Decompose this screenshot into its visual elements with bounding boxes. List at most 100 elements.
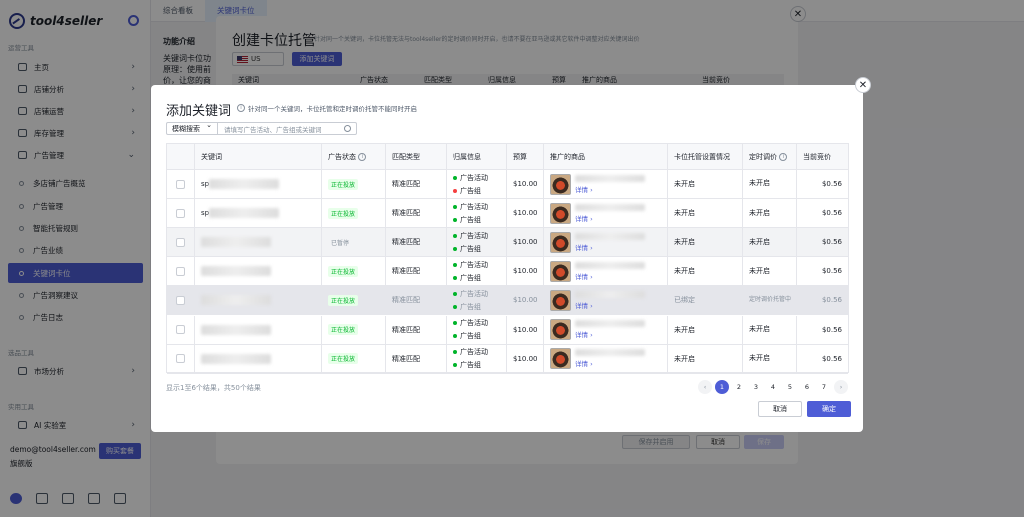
- header-checkbox-cell: [167, 144, 195, 169]
- attribution-cell: 广告活动 广告组: [447, 199, 507, 228]
- page-7[interactable]: 7: [817, 380, 831, 394]
- table-row[interactable]: 已暂停 精准匹配 广告活动 广告组 $10.00 详情 › 未开启 未开启 $0.56: [167, 228, 848, 258]
- prev-page-icon[interactable]: ‹: [698, 380, 712, 394]
- timed-bid-cell: 未开启: [743, 228, 797, 257]
- ad-group-label: 广告组: [453, 302, 488, 312]
- campaign-label: 广告活动: [453, 173, 488, 183]
- product-detail-link[interactable]: 详情 ›: [575, 242, 645, 252]
- page-1[interactable]: 1: [715, 380, 729, 394]
- redacted-product-name: [575, 320, 645, 327]
- rank-setting-cell: 未开启: [668, 170, 743, 198]
- status-badge: 正在投放: [328, 207, 359, 219]
- redacted-keyword: [201, 295, 271, 306]
- row-checkbox[interactable]: [176, 295, 185, 305]
- timed-bid-cell: 未开启: [743, 257, 797, 286]
- product-detail-link[interactable]: 详情 ›: [575, 300, 645, 310]
- table-row[interactable]: 正在投放 精准匹配 广告活动 广告组 $10.00 详情 › 未开启 未开启 $0.56: [167, 257, 848, 287]
- attribution-cell: 广告活动 广告组: [447, 344, 507, 373]
- product-cell: 详情 ›: [544, 170, 668, 198]
- product-detail-link[interactable]: 详情 ›: [575, 271, 645, 281]
- info-icon: i: [358, 152, 367, 161]
- row-checkbox[interactable]: [176, 237, 185, 247]
- product-detail-link[interactable]: 详情 ›: [575, 329, 645, 339]
- page-3[interactable]: 3: [749, 380, 763, 394]
- row-checkbox[interactable]: [176, 266, 185, 276]
- ad-group-label: 广告组: [453, 331, 488, 341]
- product-detail-link[interactable]: 详情 ›: [575, 184, 645, 194]
- budget-cell: $10.00: [507, 286, 544, 315]
- redacted-keyword: [201, 266, 271, 277]
- table-header: 关键词 广告状态 i 匹配类型 归属信息 预算 推广的商品 卡位托管设置情况 定…: [167, 144, 848, 170]
- column-header: 卡位托管设置情况: [668, 144, 743, 169]
- table-row[interactable]: 正在投放 精准匹配 广告活动 广告组 $10.00 详情 › 未开启 未开启 $0.56: [167, 315, 848, 345]
- confirm-button[interactable]: 确定: [807, 401, 851, 417]
- table-row[interactable]: sp 正在投放 精准匹配 广告活动 广告组 $10.00 详情 › 未开启 未开启 $0.56: [167, 170, 848, 199]
- column-header: 归属信息: [447, 144, 507, 169]
- attribution-list: 广告活动 广告组: [453, 289, 488, 312]
- product: 详情 ›: [550, 260, 645, 282]
- redacted-product-name: [575, 261, 645, 269]
- current-bid-cell: $0.56: [821, 238, 842, 247]
- row-checkbox-cell: [167, 257, 195, 286]
- add-keyword-modal: 添加关键词 i针对同一个关键词，卡位托管和定时调价托管不能同时开启 模糊搜索 请…: [151, 85, 863, 432]
- rank-setting-cell: 未开启: [668, 257, 743, 286]
- add-keyword-hint: i 针对同一个关键词，卡位托管和定时调价托管不能同时开启: [237, 103, 417, 113]
- row-checkbox-cell: [167, 228, 195, 257]
- status-badge: 正在投放: [328, 294, 359, 306]
- redacted-product-name: [575, 290, 645, 298]
- table-row[interactable]: 正在投放 精准匹配 广告活动 广告组 $10.00 详情 › 未开启 未开启 $0.56: [167, 344, 848, 374]
- page-4[interactable]: 4: [766, 380, 780, 394]
- current-bid-cell: $0.56: [821, 296, 842, 305]
- product-detail-link[interactable]: 详情 ›: [575, 358, 645, 368]
- product: 详情 ›: [550, 231, 645, 253]
- timed-bid-cell: 未开启: [743, 315, 797, 344]
- attribution-list: 广告活动 广告组: [453, 318, 488, 341]
- row-checkbox[interactable]: [176, 179, 185, 189]
- keyword-cell: [195, 257, 322, 286]
- ad-status-cell: 正在投放: [322, 286, 386, 315]
- product-info: 详情 ›: [575, 349, 645, 368]
- budget-cell: $10.00: [507, 315, 544, 344]
- results-summary: 显示1至6个结果，共50个结果: [166, 384, 261, 392]
- timed-bid-cell: 未开启: [743, 170, 797, 198]
- search-mode-select[interactable]: 模糊搜索: [166, 121, 218, 135]
- ad-status-cell: 正在投放: [322, 315, 386, 344]
- ad-status-cell: 正在投放: [322, 199, 386, 228]
- pagination: ‹ 1 2 3 4 5 6 7 ›: [698, 380, 848, 394]
- status-badge: 正在投放: [328, 324, 359, 335]
- detail-link-text: 详情: [575, 301, 588, 310]
- attribution-cell: 广告活动 广告组: [447, 228, 507, 257]
- redacted-keyword: [201, 237, 271, 248]
- keyword-search-input[interactable]: 请填写广告活动、广告组或关键词: [217, 122, 357, 135]
- table-row[interactable]: sp 正在投放 精准匹配 广告活动 广告组 $10.00 详情 › 未开启 未开启 $0.56: [167, 199, 848, 229]
- next-page-icon[interactable]: ›: [834, 380, 848, 394]
- row-checkbox[interactable]: [176, 208, 185, 218]
- table-row[interactable]: 正在投放 精准匹配 广告活动 广告组 $10.00 详情 › 已绑定 定时调价托管中 $0.56: [167, 286, 848, 316]
- detail-link-text: 详情: [575, 214, 588, 223]
- row-checkbox[interactable]: [176, 354, 185, 364]
- match-type-cell: 精准匹配: [386, 286, 447, 315]
- close-add-keyword-icon[interactable]: ✕: [855, 77, 871, 93]
- budget-cell: $10.00: [507, 199, 544, 228]
- current-bid-cell: $0.56: [821, 209, 842, 218]
- page-5[interactable]: 5: [783, 380, 797, 394]
- product: 详情 ›: [550, 289, 645, 311]
- current-bid-cell: $0.56: [821, 267, 842, 276]
- product-detail-link[interactable]: 详情 ›: [575, 213, 645, 223]
- product: 详情 ›: [550, 319, 645, 340]
- row-checkbox[interactable]: [176, 325, 185, 334]
- campaign-label: 广告活动: [453, 289, 488, 299]
- row-checkbox-cell: [167, 315, 195, 344]
- page-2[interactable]: 2: [732, 380, 746, 394]
- search-icon[interactable]: [344, 125, 351, 132]
- attribution-list: 广告活动 广告组: [453, 202, 488, 225]
- page-6[interactable]: 6: [800, 380, 814, 394]
- attribution-list: 广告活动 广告组: [453, 173, 488, 196]
- cancel-button[interactable]: 取消: [758, 401, 802, 417]
- product-info: 详情 ›: [575, 203, 645, 223]
- product-cell: 详情 ›: [544, 315, 668, 344]
- ad-group-label: 广告组: [453, 244, 488, 254]
- attribution-list: 广告活动 广告组: [453, 260, 488, 283]
- keyword-table: 关键词 广告状态 i 匹配类型 归属信息 预算 推广的商品 卡位托管设置情况 定…: [166, 143, 849, 374]
- product-info: 详情 ›: [575, 232, 645, 252]
